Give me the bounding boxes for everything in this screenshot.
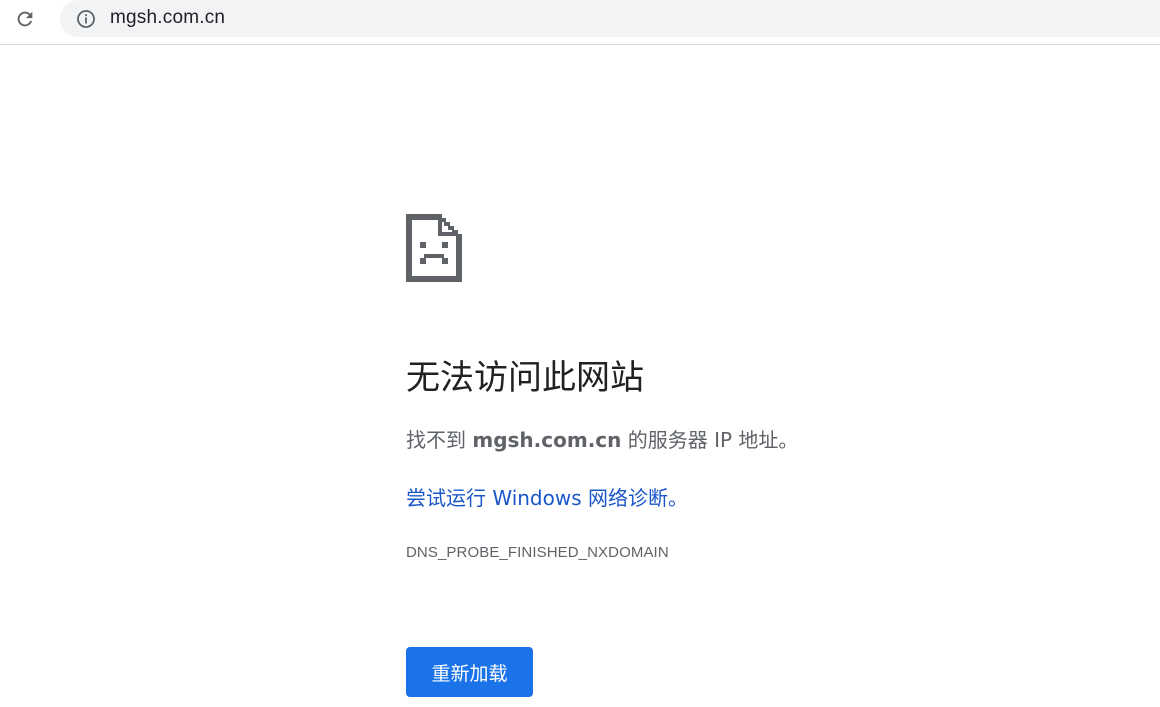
- address-bar[interactable]: mgsh.com.cn: [60, 0, 1160, 37]
- description-domain: mgsh.com.cn: [472, 428, 622, 452]
- error-description: 找不到 mgsh.com.cn 的服务器 IP 地址。: [406, 424, 798, 453]
- url-text[interactable]: mgsh.com.cn: [110, 7, 225, 29]
- info-icon[interactable]: [76, 9, 96, 29]
- error-code: DNS_PROBE_FINISHED_NXDOMAIN: [406, 544, 669, 561]
- reload-icon: [17, 11, 33, 27]
- diagnostics-link[interactable]: 尝试运行 Windows 网络诊断。: [406, 482, 688, 511]
- reload-button[interactable]: [10, 4, 40, 34]
- description-prefix: 找不到: [406, 428, 473, 452]
- reload-page-button[interactable]: 重新加载: [406, 647, 533, 697]
- error-heading: 无法访问此网站: [406, 358, 644, 398]
- sad-page-icon: [406, 214, 462, 282]
- browser-toolbar: mgsh.com.cn: [0, 0, 1160, 45]
- description-suffix: 的服务器 IP 地址。: [621, 428, 799, 452]
